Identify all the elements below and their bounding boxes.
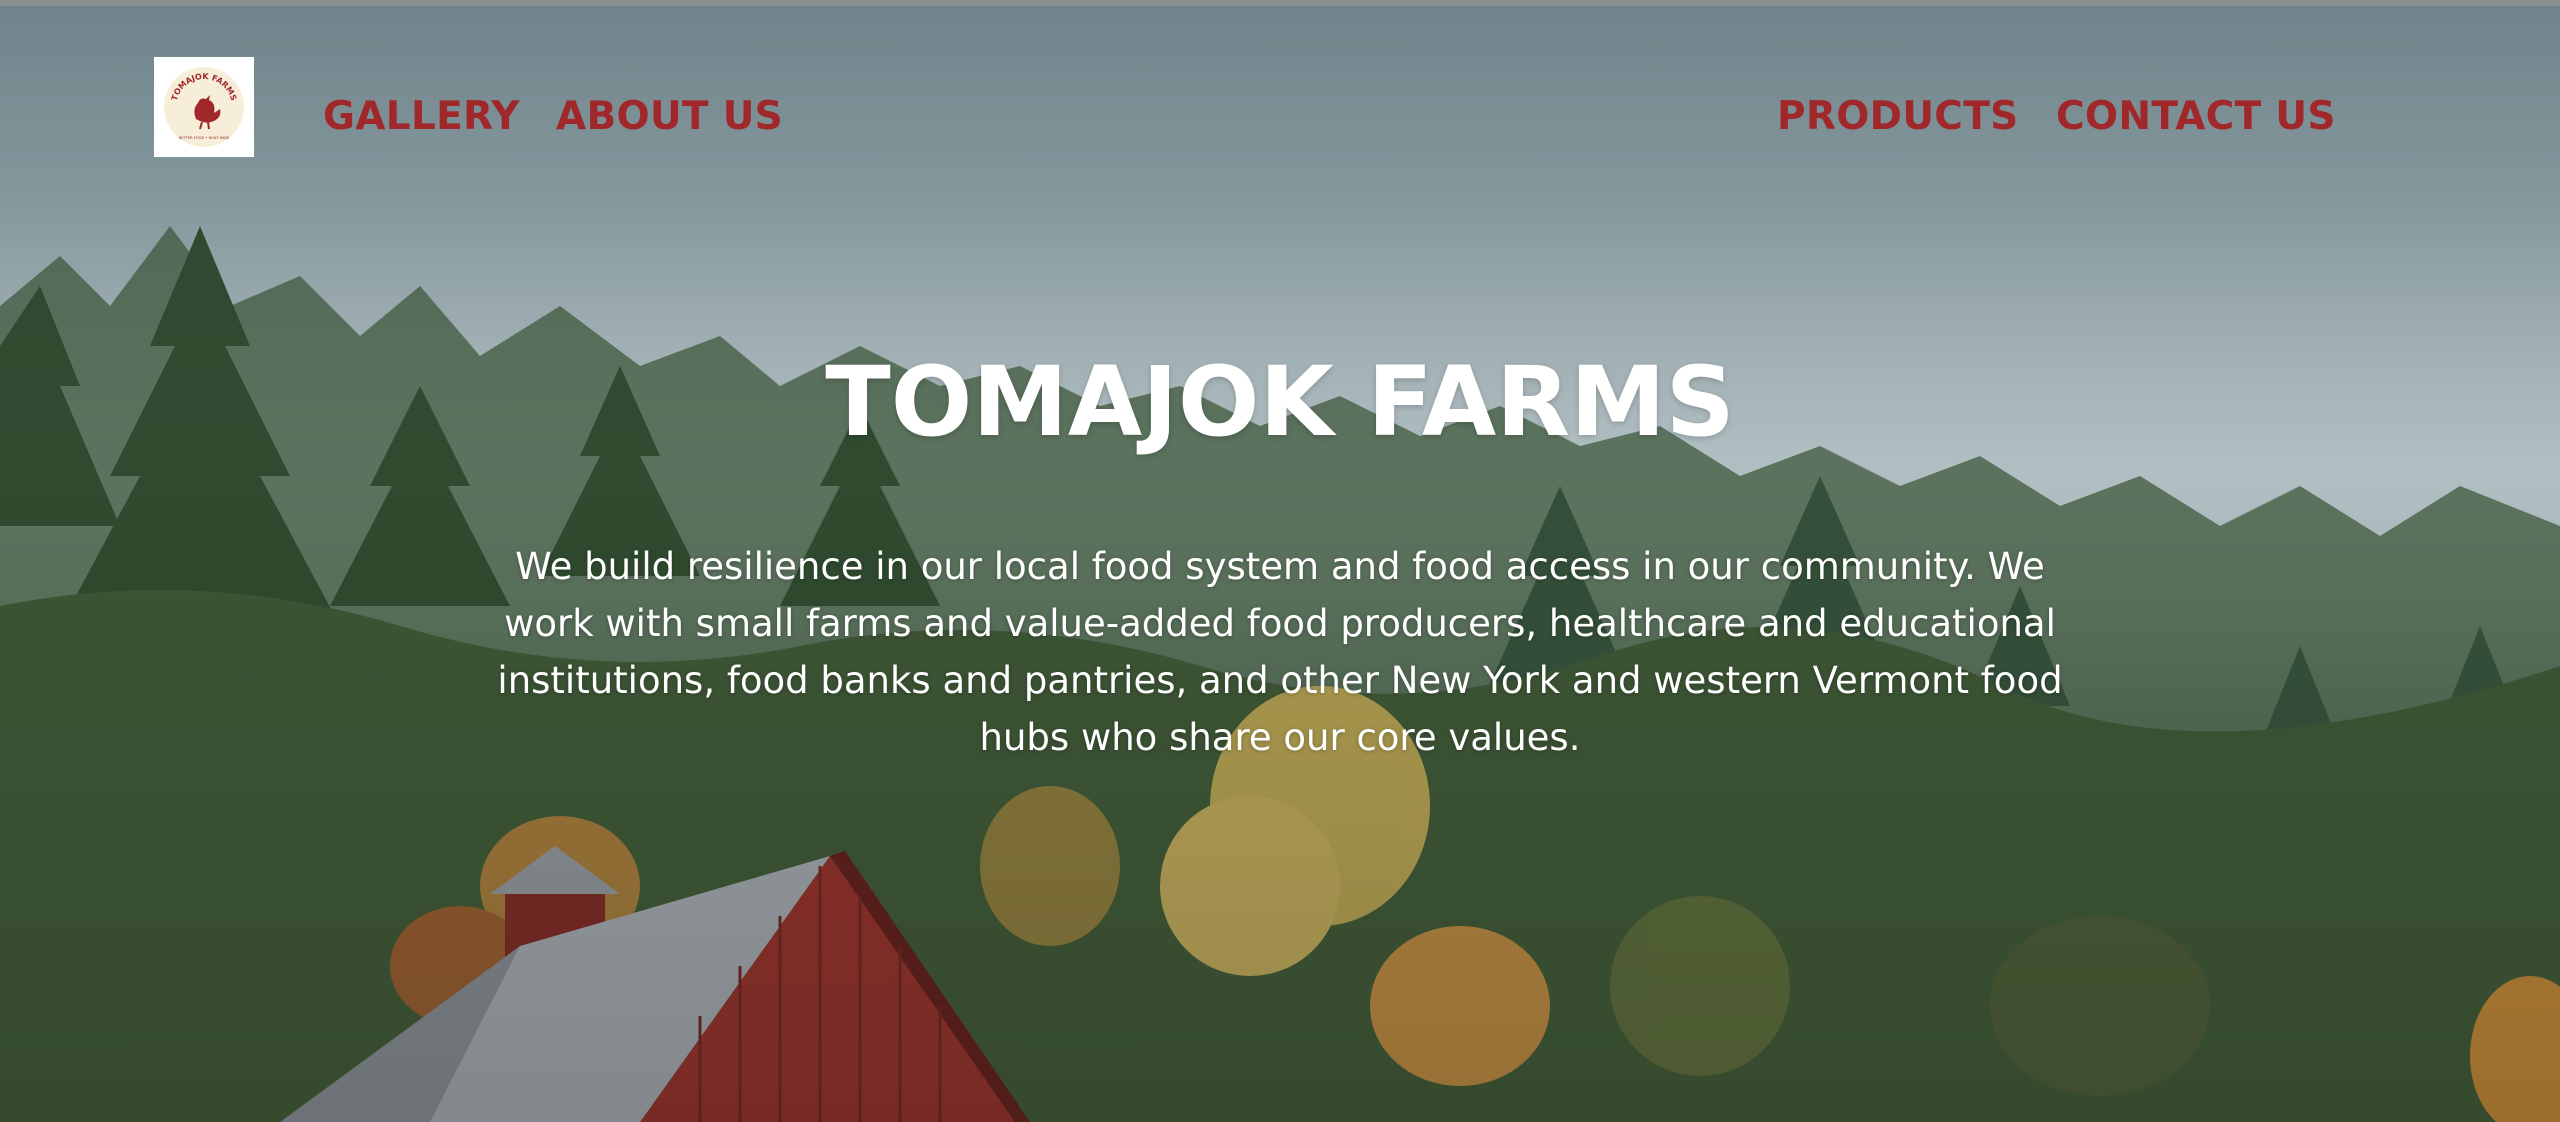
hero-section: TOMAJOK FARMS BETTER FOOD • BUILT WIDE G…	[0, 6, 2560, 1122]
nav-gallery-link[interactable]: GALLERY	[323, 94, 520, 139]
hero-title: TOMAJOK FARMS	[825, 346, 1735, 458]
nav-about-us-link[interactable]: ABOUT US	[556, 94, 783, 139]
site-logo[interactable]: TOMAJOK FARMS BETTER FOOD • BUILT WIDE	[154, 57, 254, 157]
hero-description: We build resilience in our local food sy…	[497, 545, 2063, 759]
nav-products-link[interactable]: PRODUCTS	[1777, 94, 2019, 139]
nav-contact-us-link[interactable]: CONTACT US	[2056, 94, 2336, 139]
logo-tagline: BETTER FOOD • BUILT WIDE	[179, 136, 230, 140]
rooster-logo-icon: TOMAJOK FARMS BETTER FOOD • BUILT WIDE	[164, 67, 244, 147]
